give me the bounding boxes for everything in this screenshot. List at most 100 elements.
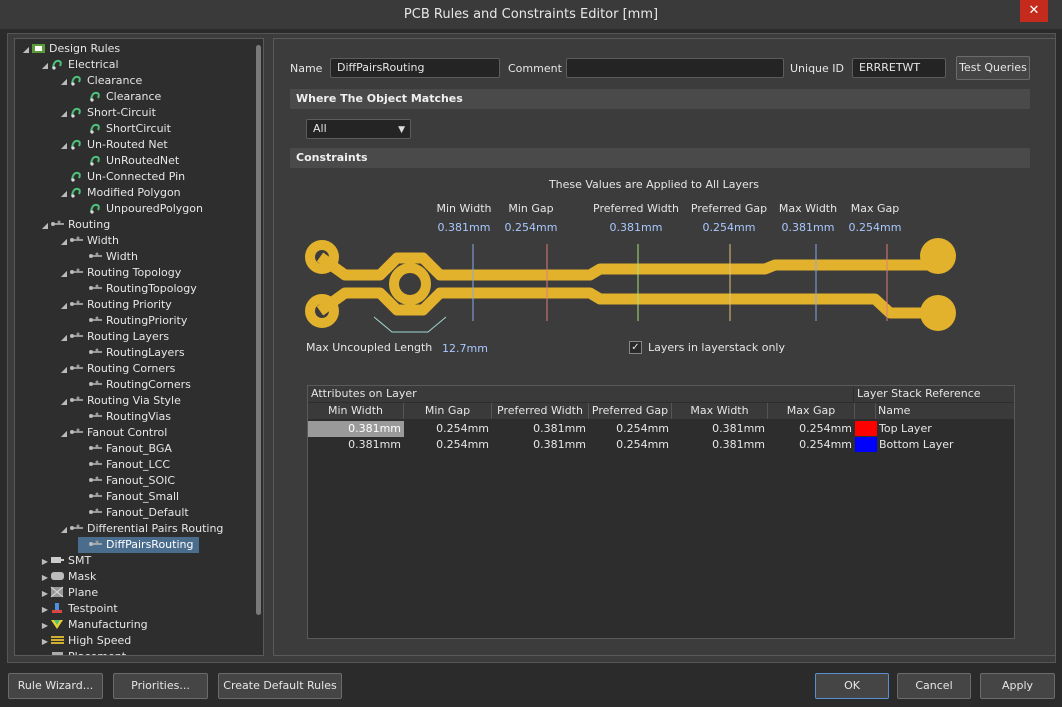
collapse-arrow-icon[interactable]: ◢ [59,394,69,410]
tree-item[interactable]: Clearance [78,89,161,105]
tree-item[interactable]: ▶ Mask [40,569,96,585]
rule-wizard-button[interactable]: Rule Wizard... [8,673,103,699]
tree-item[interactable]: ◢ Width [59,233,119,249]
tree-item[interactable]: RoutingTopology [78,281,197,297]
collapse-arrow-icon[interactable]: ◢ [59,522,69,538]
collapse-arrow-icon[interactable]: ◢ [59,234,69,250]
collapse-arrow-icon[interactable]: ◢ [59,186,69,202]
tree-item[interactable]: Un-Connected Pin [59,169,185,185]
tree-item[interactable]: RoutingCorners [78,377,191,393]
create-default-rules-button[interactable]: Create Default Rules [218,673,342,699]
grid-column-header[interactable]: Min Gap [404,403,492,419]
tree-item[interactable]: ◢ Differential Pairs Routing [59,521,224,538]
tree-item[interactable]: ▶ SMT [40,553,91,569]
collapse-arrow-icon[interactable]: ◢ [59,330,69,346]
grid-column-header[interactable]: Preferred Width [492,403,589,419]
tree-item[interactable]: ◢ Electrical [40,57,119,73]
tree-item[interactable]: ◢ Routing Priority [59,297,172,313]
tree-item[interactable]: ◢ Routing Layers [59,329,169,345]
expand-arrow-icon[interactable]: ▶ [40,634,50,650]
expand-arrow-icon[interactable]: ▶ [40,554,50,570]
collapse-arrow-icon[interactable]: ◢ [59,138,69,154]
expand-arrow-icon[interactable]: ▶ [40,570,50,586]
grid-cell[interactable]: 0.254mm [404,421,492,437]
grid-cell[interactable]: 0.381mm [672,421,768,437]
apply-button[interactable]: Apply [980,673,1055,699]
unique-id-field[interactable]: ERRRETWT [852,58,946,78]
tree-item[interactable]: UnRoutedNet [78,153,179,169]
max-uncoupled-length-value[interactable]: 12.7mm [442,342,488,355]
routing-icon [88,474,106,487]
grid-cell[interactable]: 0.254mm [768,421,855,437]
tree-item[interactable]: ▶ High Speed [40,633,131,649]
testpoint-icon [50,602,68,615]
grid-column-header[interactable]: Max Width [672,403,768,419]
ok-button[interactable]: OK [815,673,889,699]
tree-item[interactable]: Fanout_LCC [78,457,170,473]
grid-cell[interactable]: 0.381mm [672,437,768,453]
collapse-arrow-icon[interactable]: ◢ [59,298,69,314]
tree-item[interactable]: ◢ Un-Routed Net [59,137,168,153]
tree-item[interactable]: ▶ Testpoint [40,601,118,617]
tree-item[interactable]: ▶ Manufacturing [40,617,148,633]
tree-item[interactable]: UnpouredPolygon [78,201,203,217]
grid-cell[interactable]: 0.254mm [768,437,855,453]
tree-item[interactable]: Fanout_Default [78,505,189,521]
grid-cell[interactable]: 0.254mm [404,437,492,453]
collapse-arrow-icon[interactable]: ◢ [59,106,69,122]
grid-cell[interactable]: 0.381mm [308,437,404,453]
tree-scrollbar[interactable] [255,41,262,653]
tree-item[interactable]: RoutingVias [78,409,171,425]
tree-item[interactable]: ◢ Routing Via Style [59,393,181,409]
grid-column-header[interactable]: Min Width [308,403,404,419]
tree-item[interactable]: ◢ Routing [40,217,110,233]
expand-arrow-icon[interactable]: ▶ [40,650,50,655]
grid-column-header[interactable]: Max Gap [768,403,855,419]
tree-item[interactable]: DiffPairsRouting [78,537,200,553]
tree-item[interactable]: Fanout_BGA [78,441,172,457]
grid-cell[interactable]: 0.381mm [492,421,589,437]
tree-item[interactable]: Width [78,249,138,265]
collapse-arrow-icon[interactable]: ◢ [59,362,69,378]
tree-item[interactable]: ▶ Plane [40,585,98,601]
tree-item[interactable]: ◢ Routing Corners [59,361,175,377]
collapse-arrow-icon[interactable]: ◢ [59,266,69,282]
grid-column-header[interactable]: Preferred Gap [589,403,672,419]
collapse-arrow-icon[interactable]: ◢ [59,426,69,442]
title-bar: PCB Rules and Constraints Editor [mm] ✕ [0,0,1062,30]
tree-item[interactable]: ◢ Clearance [59,73,142,89]
routing-icon [88,442,106,455]
grid-cell[interactable]: 0.381mm [308,421,404,437]
expand-arrow-icon[interactable]: ▶ [40,602,50,618]
cancel-button[interactable]: Cancel [897,673,971,699]
collapse-arrow-icon[interactable]: ◢ [40,58,50,74]
collapse-arrow-icon[interactable]: ◢ [59,74,69,90]
expand-arrow-icon[interactable]: ▶ [40,586,50,602]
grid-cell[interactable]: 0.254mm [589,437,672,453]
tree-item[interactable]: ◢ Design Rules [21,41,120,57]
grid-name-column-header[interactable]: Name [876,403,1014,419]
collapse-arrow-icon[interactable]: ◢ [40,218,50,234]
name-field[interactable]: DiffPairsRouting [330,58,500,78]
expand-arrow-icon[interactable]: ▶ [40,618,50,634]
tree-scrollbar-thumb[interactable] [256,45,261,615]
layerstack-only-checkbox[interactable]: ✓ [629,341,642,354]
collapse-arrow-icon[interactable]: ◢ [21,42,31,58]
tree-item[interactable]: RoutingPriority [78,313,187,329]
tree-item[interactable]: Fanout_Small [78,489,179,505]
grid-cell[interactable]: 0.381mm [492,437,589,453]
tree-item[interactable]: ShortCircuit [78,121,171,137]
tree-item[interactable]: ◢ Modified Polygon [59,185,181,201]
priorities-button[interactable]: Priorities... [113,673,208,699]
tree-item[interactable]: ◢ Routing Topology [59,265,181,281]
scope-dropdown[interactable]: All ▼ [306,119,411,139]
tree-item[interactable]: RoutingLayers [78,345,185,361]
grid-cell[interactable]: 0.254mm [589,421,672,437]
close-icon[interactable]: ✕ [1020,0,1048,22]
tree-item[interactable]: ◢ Fanout Control [59,425,167,441]
tree-item[interactable]: Fanout_SOIC [78,473,175,489]
tree-item[interactable]: ◢ Short-Circuit [59,105,156,121]
test-queries-button[interactable]: Test Queries [956,56,1030,80]
comment-field[interactable] [566,58,784,78]
tree-item[interactable]: ▶ Placement [40,649,126,655]
